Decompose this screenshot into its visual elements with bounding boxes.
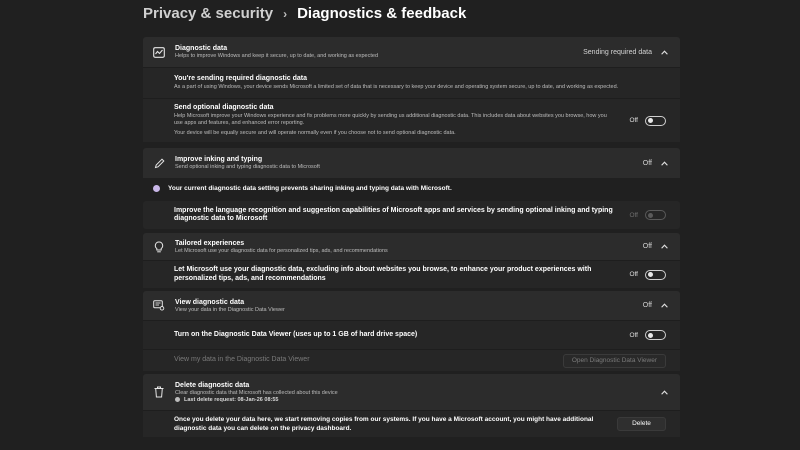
pen-icon bbox=[152, 156, 166, 170]
page-title: Diagnostics & feedback bbox=[297, 5, 467, 22]
breadcrumb-separator: › bbox=[283, 6, 288, 21]
tailored-title: Tailored experiences bbox=[175, 239, 245, 247]
viewer-card: View diagnostic data View your data in t… bbox=[143, 291, 680, 371]
delete-button[interactable]: Delete bbox=[617, 417, 666, 431]
last-delete-request: Last delete request: 08-Jan-26 08:55 bbox=[175, 397, 660, 403]
breadcrumb: Privacy & security › Diagnostics & feedb… bbox=[143, 5, 466, 22]
chevron-up-icon[interactable] bbox=[660, 49, 668, 55]
required-data-description: As a part of using Windows, your device … bbox=[174, 83, 619, 90]
last-delete-text: Last delete request: 08-Jan-26 08:55 bbox=[184, 396, 279, 403]
delete-card: Delete diagnostic data Clear diagnostic … bbox=[143, 374, 680, 437]
inking-option-row: Improve the language recognition and sug… bbox=[143, 201, 680, 229]
lightbulb-icon bbox=[152, 240, 166, 254]
diagnostic-data-title: Diagnostic data bbox=[175, 45, 228, 52]
inking-option-title: Improve the language recognition and sug… bbox=[174, 206, 613, 223]
inking-status: Off bbox=[642, 159, 652, 167]
inking-header[interactable]: Improve inking and typing Send optional … bbox=[143, 148, 680, 178]
diagnostic-data-description: Helps to improve Windows and keep it sec… bbox=[175, 53, 379, 59]
data-viewer-icon bbox=[152, 299, 166, 313]
inking-description: Send optional inking and typing diagnost… bbox=[175, 164, 320, 170]
inking-title: Improve inking and typing bbox=[175, 156, 263, 163]
tailored-toggle-label: Off bbox=[629, 271, 638, 278]
info-dot-icon bbox=[153, 185, 160, 192]
optional-data-note: Your device will be equally secure and w… bbox=[174, 129, 456, 136]
delete-title: Delete diagnostic data bbox=[175, 381, 250, 389]
view-data-label: View my data in the Diagnostic Data View… bbox=[174, 356, 310, 364]
open-data-viewer-button[interactable]: Open Diagnostic Data Viewer bbox=[562, 353, 666, 368]
view-data-row: View my data in the Diagnostic Data View… bbox=[143, 349, 680, 371]
tailored-header[interactable]: Tailored experiences Let Microsoft use y… bbox=[143, 233, 680, 260]
optional-data-title: Send optional diagnostic data bbox=[174, 104, 274, 112]
viewer-title: View diagnostic data bbox=[175, 298, 245, 306]
chevron-up-icon[interactable] bbox=[660, 160, 668, 166]
required-data-title: You're sending required diagnostic data bbox=[174, 75, 307, 83]
delete-header[interactable]: Delete diagnostic data Clear diagnostic … bbox=[143, 374, 680, 410]
viewer-toggle[interactable] bbox=[645, 330, 666, 340]
delete-row: Once you delete your data here, we start… bbox=[143, 410, 680, 437]
tailored-description: Let Microsoft use your diagnostic data f… bbox=[175, 247, 388, 254]
tailored-option-title: Let Microsoft use your diagnostic data, … bbox=[174, 266, 592, 282]
tailored-card: Tailored experiences Let Microsoft use y… bbox=[143, 233, 680, 288]
inking-card: Improve inking and typing Send optional … bbox=[143, 148, 680, 178]
delete-description: Clear diagnostic data that Microsoft has… bbox=[175, 389, 338, 396]
viewer-description: View your data in the Diagnostic Data Vi… bbox=[175, 306, 285, 313]
viewer-toggle-label: Off bbox=[629, 331, 638, 339]
diagnostic-chart-icon bbox=[152, 45, 166, 59]
chevron-up-icon[interactable] bbox=[660, 303, 668, 309]
history-icon bbox=[175, 397, 180, 402]
trash-icon bbox=[152, 385, 166, 399]
tailored-toggle[interactable] bbox=[645, 269, 666, 280]
viewer-header[interactable]: View diagnostic data View your data in t… bbox=[143, 291, 680, 320]
optional-data-description: Help Microsoft improve your Windows expe… bbox=[174, 112, 607, 126]
required-data-row: You're sending required diagnostic data … bbox=[143, 67, 680, 98]
optional-data-toggle[interactable] bbox=[645, 115, 666, 126]
inking-notice: Your current diagnostic data setting pre… bbox=[143, 180, 680, 197]
viewer-option-title: Turn on the Diagnostic Data Viewer (uses… bbox=[174, 330, 418, 338]
inking-toggle[interactable] bbox=[645, 210, 666, 220]
optional-data-toggle-label: Off bbox=[629, 117, 638, 124]
breadcrumb-parent-link[interactable]: Privacy & security bbox=[143, 5, 273, 22]
diagnostic-data-header[interactable]: Diagnostic data Helps to improve Windows… bbox=[143, 37, 680, 67]
viewer-status: Off bbox=[642, 302, 652, 309]
optional-data-row: Send optional diagnostic data Help Micro… bbox=[143, 98, 680, 142]
tailored-option-row: Let Microsoft use your diagnostic data, … bbox=[143, 260, 680, 288]
inking-toggle-label: Off bbox=[629, 211, 638, 219]
inking-notice-text: Your current diagnostic data setting pre… bbox=[168, 185, 452, 192]
diagnostic-data-status: Sending required data bbox=[583, 48, 652, 56]
tailored-status: Off bbox=[642, 243, 652, 250]
diagnostic-data-card: Diagnostic data Helps to improve Windows… bbox=[143, 37, 680, 142]
inking-option-card: Improve the language recognition and sug… bbox=[143, 201, 680, 229]
chevron-up-icon[interactable] bbox=[660, 244, 668, 250]
chevron-up-icon[interactable] bbox=[660, 389, 668, 395]
delete-body: Once you delete your data here, we start… bbox=[174, 416, 594, 432]
viewer-option-row: Turn on the Diagnostic Data Viewer (uses… bbox=[143, 320, 680, 349]
